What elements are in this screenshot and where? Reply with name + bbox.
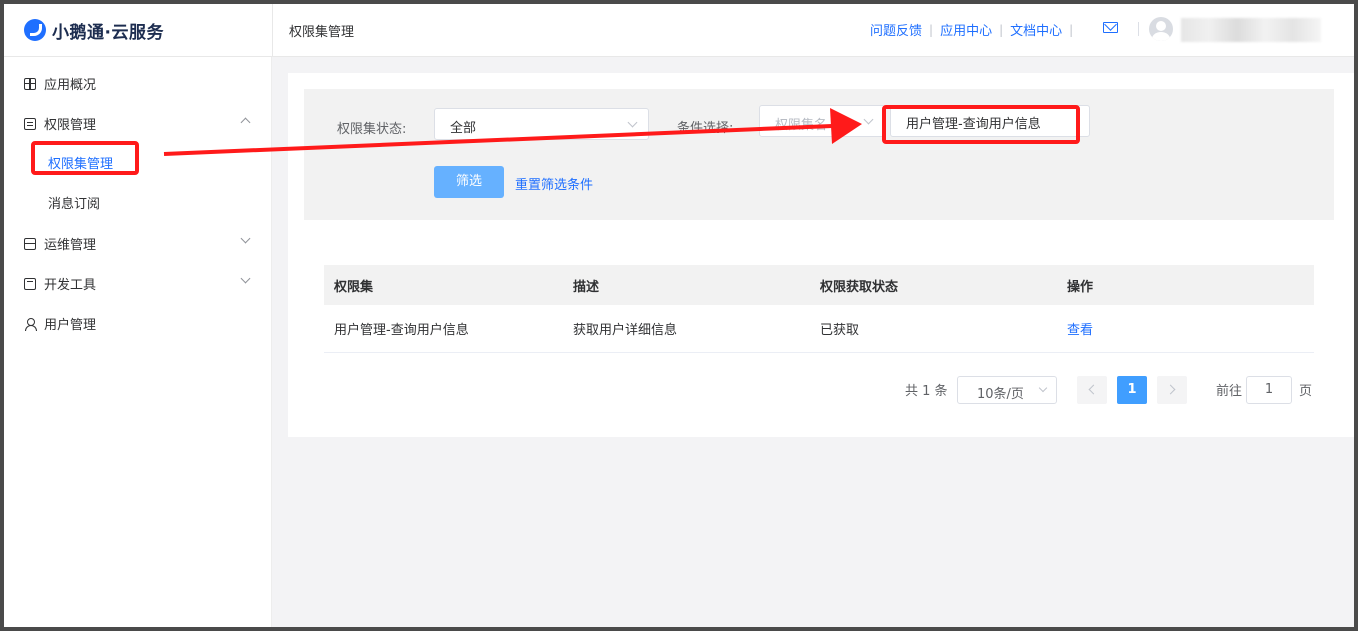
reset-filter-link[interactable]: 重置筛选条件 [515,174,593,193]
top-bar: 小鹅通·云服务 权限集管理 问题反馈 | 应用中心 | 文档中心 | [4,4,1354,57]
table-row: 用户管理-查询用户信息 获取用户详细信息 已获取 查看 [324,305,1314,353]
column-header: 权限获取状态 [820,279,899,295]
column-header: 描述 [573,279,600,295]
column-header: 操作 [1067,279,1094,295]
chevron-up-icon[interactable] [240,117,251,128]
link-separator: | [999,22,1004,37]
prev-page-button[interactable] [1077,376,1107,404]
sidebar-item-users[interactable]: 用户管理 [24,314,96,333]
condition-value-text: 用户管理-查询用户信息 [906,117,1041,132]
chevron-down-icon[interactable] [240,273,251,284]
divider [1138,22,1139,36]
status-label: 权限集状态: [337,122,407,137]
status-select[interactable]: 全部 [434,108,649,140]
next-page-button[interactable] [1157,376,1187,404]
chevron-down-icon [1038,383,1048,393]
page-title: 权限集管理 [289,25,355,40]
goto-label: 前往 [1216,383,1243,399]
code-icon [24,277,36,290]
total-count: 共 1 条 [905,383,948,399]
sidebar-item-label: 运维管理 [44,238,97,253]
sidebar-item-devtools[interactable]: 开发工具 [24,274,96,293]
top-divider [272,4,273,57]
sidebar-item-permission[interactable]: 权限管理 [24,114,96,133]
logo[interactable]: 小鹅通·云服务 [24,17,164,43]
sidebar-item-overview[interactable]: 应用概况 [24,74,96,93]
avatar[interactable] [1149,17,1173,41]
feedback-link[interactable]: 问题反馈 [870,20,922,39]
server-icon [24,237,36,250]
sidebar-item-label: 开发工具 [44,278,97,293]
chevron-down-icon [627,117,638,128]
app-center-link[interactable]: 应用中心 [940,20,992,39]
condition-value-input[interactable]: 用户管理-查询用户信息 [890,105,1090,137]
docs-center-link[interactable]: 文档中心 [1010,20,1062,39]
condition-type-select[interactable]: 权限集名 [759,105,885,137]
cell-name: 用户管理-查询用户信息 [334,323,469,338]
page-suffix: 页 [1299,383,1313,399]
sidebar-item-label: 应用概况 [44,78,97,93]
cell-description: 获取用户详细信息 [573,323,678,338]
status-select-value: 全部 [450,121,477,136]
link-separator: | [929,22,934,37]
document-icon [24,117,36,130]
chevron-down-icon[interactable] [240,233,251,244]
filter-panel: 权限集状态: 全部 条件选择: 权限集名 用户管理-查询用户信息 筛选 重置筛选… [304,89,1334,220]
sidebar-item-permission-set[interactable]: 权限集管理 [48,153,113,172]
permission-table: 权限集 描述 权限获取状态 操作 用户管理-查询用户信息 获取用户详细信息 已获… [324,265,1314,353]
sidebar-item-label: 权限管理 [44,118,97,133]
chevron-down-icon [863,114,874,125]
top-links: 问题反馈 | 应用中心 | 文档中心 | [870,20,1080,40]
cell-status: 已获取 [820,323,860,338]
app-window: 小鹅通·云服务 权限集管理 问题反馈 | 应用中心 | 文档中心 | 应用概况 … [4,4,1354,627]
condition-type-value: 权限集名 [775,118,828,133]
blurred-username[interactable] [1181,18,1321,42]
logo-icon [24,19,46,41]
grid-icon [24,77,36,90]
view-link[interactable]: 查看 [1067,323,1093,338]
user-icon [24,317,37,331]
column-header: 权限集 [334,279,374,295]
goto-page-input[interactable]: 1 [1246,376,1292,404]
condition-label: 条件选择: [677,121,734,136]
link-separator: | [1069,22,1074,37]
sidebar-item-ops[interactable]: 运维管理 [24,234,96,253]
table-header: 权限集 描述 权限获取状态 操作 [324,265,1314,305]
page-size-value: 10条/页 [977,387,1024,402]
sidebar-item-subscription[interactable]: 消息订阅 [48,193,100,212]
main-card: 权限集状态: 全部 条件选择: 权限集名 用户管理-查询用户信息 筛选 重置筛选… [288,73,1354,437]
filter-button[interactable]: 筛选 [434,166,504,198]
page-size-select[interactable]: 10条/页 [957,376,1057,404]
mail-icon[interactable] [1103,22,1118,33]
sidebar: 应用概况 权限管理 权限集管理 消息订阅 运维管理 开发工具 用户管理 [4,57,272,627]
logo-text: 小鹅通·云服务 [52,22,164,43]
page-number-button[interactable]: 1 [1117,376,1147,404]
sidebar-item-label: 用户管理 [44,318,97,333]
